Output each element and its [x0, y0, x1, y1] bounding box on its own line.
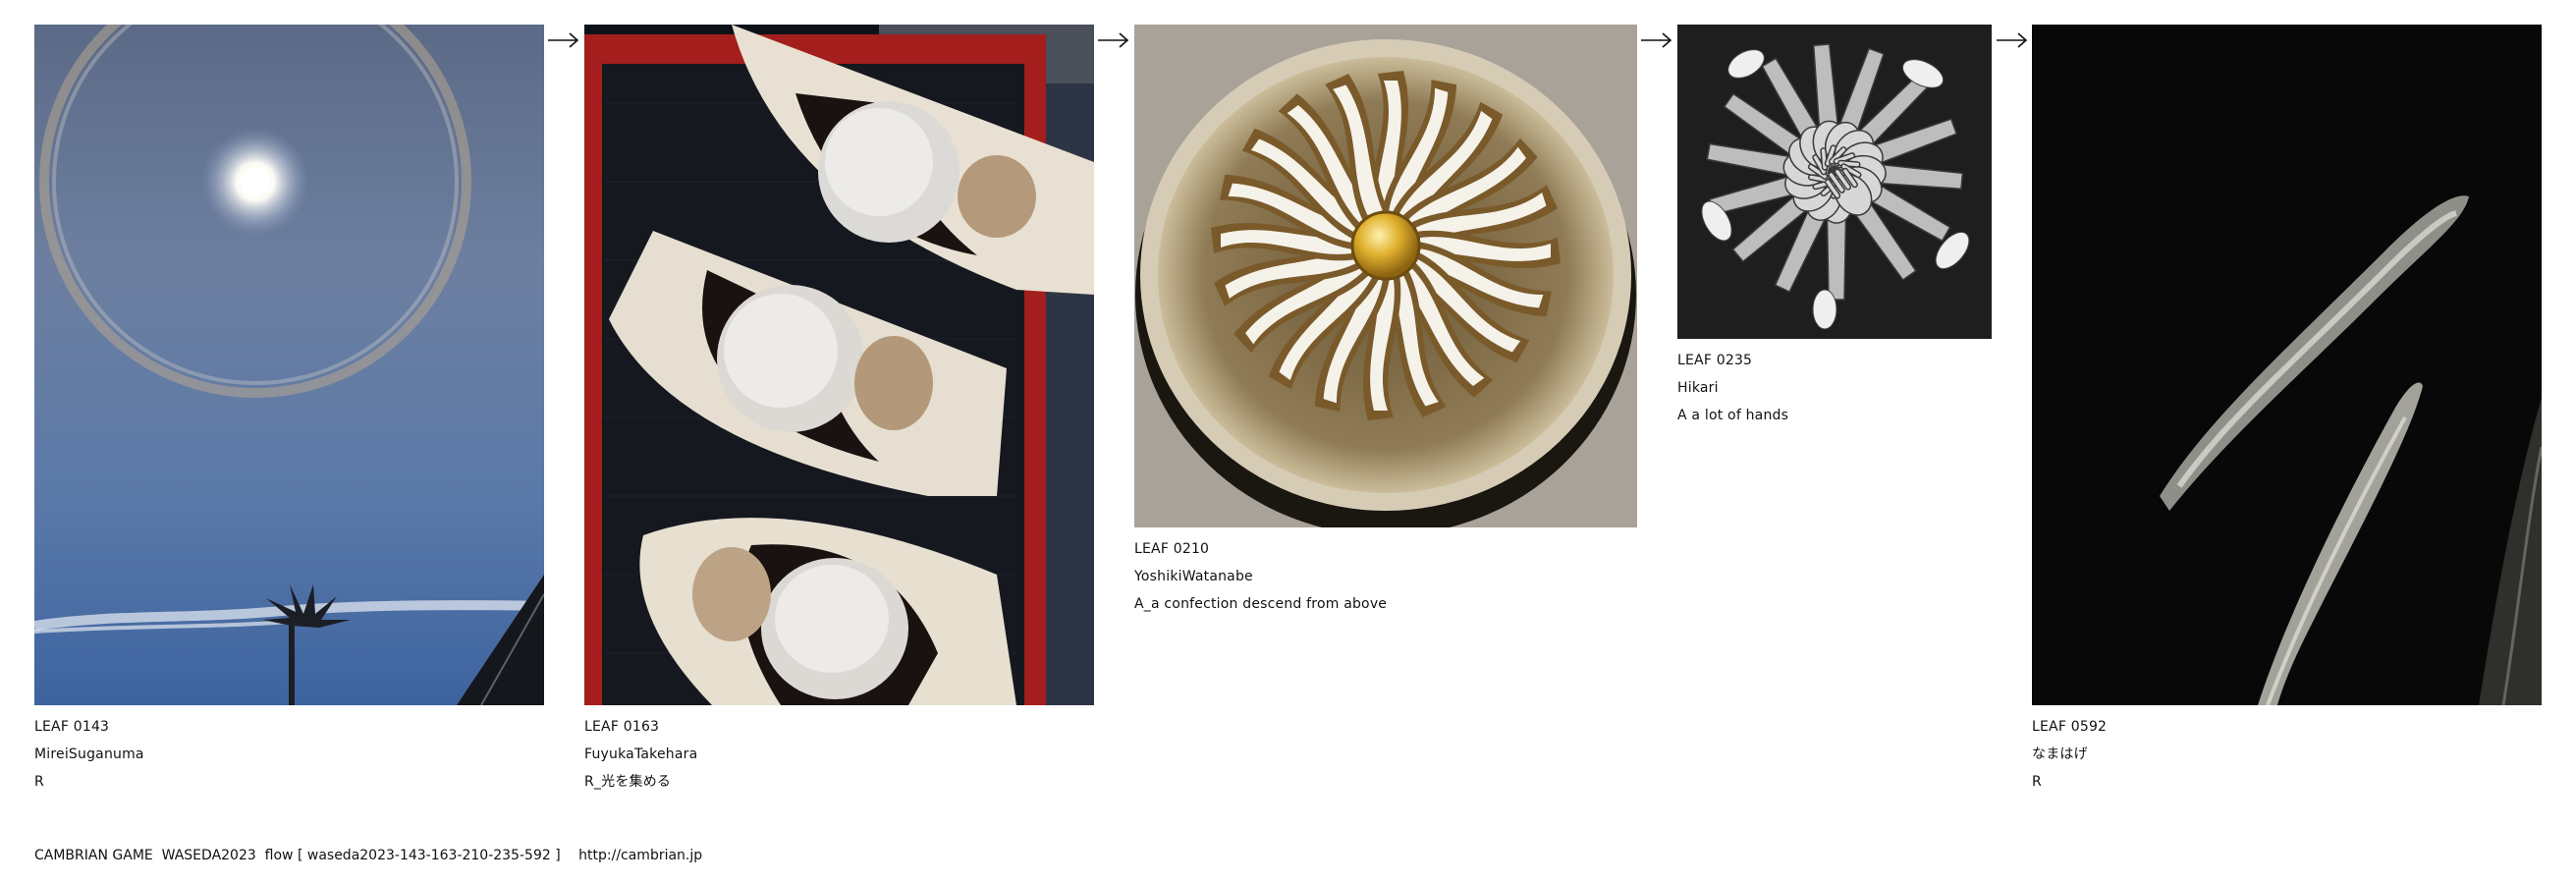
leaf-card-0210: LEAF 0210 YoshikiWatanabe A_a confection…: [1134, 25, 1637, 618]
right-arrow-icon: [1097, 30, 1130, 50]
leaf-id[interactable]: LEAF 0592: [2032, 713, 2542, 741]
leaf-card-0592: LEAF 0592 なまはげ R: [2032, 25, 2542, 796]
footer: CAMBRIAN GAME WASEDA2023 flow [ waseda20…: [34, 848, 702, 863]
leaf-card-0143: LEAF 0143 MireiSuganuma R: [34, 25, 544, 796]
leaf-author[interactable]: Hikari: [1677, 374, 1992, 402]
leaf-author[interactable]: なまはげ: [2032, 741, 2542, 768]
leaf-author[interactable]: YoshikiWatanabe: [1134, 563, 1637, 590]
leaf-meta: LEAF 0592 なまはげ R: [2032, 713, 2542, 796]
leaf-id[interactable]: LEAF 0163: [584, 713, 1094, 741]
leaf-image-0592[interactable]: [2032, 25, 2542, 705]
site-link[interactable]: http://cambrian.jp: [578, 848, 702, 863]
leaf-card-0235: LEAF 0235 Hikari A a lot of hands: [1677, 25, 1992, 429]
leaf-caption: R: [2032, 774, 2042, 790]
leaf-caption: R_光を集める: [584, 774, 672, 790]
dark-snow-streaks-photo: [2032, 25, 2542, 705]
leaf-image-0210[interactable]: [1134, 25, 1637, 527]
leaf-meta: LEAF 0163 FuyukaTakehara R_光を集める: [584, 713, 1094, 796]
leaf-author[interactable]: MireiSuganuma: [34, 741, 544, 768]
radial-pastry-photo: [1134, 25, 1637, 527]
leaf-id[interactable]: LEAF 0210: [1134, 535, 1637, 563]
right-arrow-icon: [547, 30, 580, 50]
leaf-image-0235[interactable]: [1677, 25, 1992, 339]
right-arrow-icon: [1996, 30, 2029, 50]
right-arrow-icon: [1640, 30, 1673, 50]
flow-info: CAMBRIAN GAME WASEDA2023 flow [ waseda20…: [34, 848, 561, 863]
leaf-id[interactable]: LEAF 0235: [1677, 347, 1992, 374]
leaf-image-0163[interactable]: [584, 25, 1094, 705]
leaf-meta: LEAF 0235 Hikari A a lot of hands: [1677, 347, 1992, 429]
leaf-author[interactable]: FuyukaTakehara: [584, 741, 1094, 768]
white-sweets-on-boats-photo: [584, 25, 1094, 705]
leaf-caption: R: [34, 774, 44, 790]
leaf-meta: LEAF 0210 YoshikiWatanabe A_a confection…: [1134, 535, 1637, 618]
leaf-meta: LEAF 0143 MireiSuganuma R: [34, 713, 544, 796]
leaf-caption: A a lot of hands: [1677, 408, 1789, 423]
leaf-card-0163: LEAF 0163 FuyukaTakehara R_光を集める: [584, 25, 1094, 796]
leaf-image-0143[interactable]: [34, 25, 544, 705]
leaf-id[interactable]: LEAF 0143: [34, 713, 544, 741]
leaf-caption: A_a confection descend from above: [1134, 596, 1388, 612]
sun-halo-sky-photo: [34, 25, 544, 705]
many-hands-bw-photo: [1677, 25, 1992, 339]
